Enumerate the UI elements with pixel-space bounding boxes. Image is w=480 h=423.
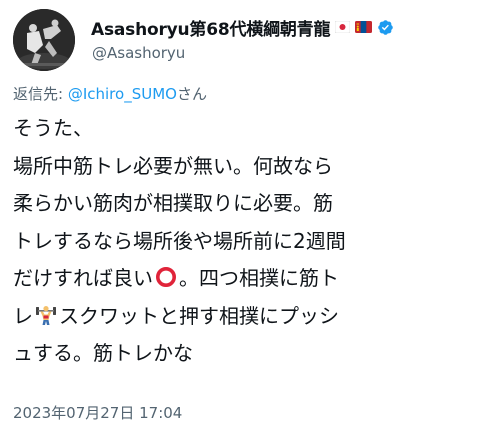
tweet-line-part: レ bbox=[13, 303, 33, 328]
reply-mention-link[interactable]: @Ichiro_SUMO bbox=[68, 85, 177, 103]
mongolia-flag-icon bbox=[355, 21, 373, 33]
heavy-circle-icon bbox=[155, 266, 177, 288]
tweet-line: ュする。筋トレかな bbox=[13, 341, 193, 365]
tweet-line: 柔らかい筋肉が相撲取りに必要。筋 bbox=[13, 191, 333, 215]
weightlifter-icon bbox=[35, 304, 57, 326]
reply-prefix: 返信先: bbox=[13, 85, 68, 103]
tweet-line: そうた、 bbox=[13, 116, 93, 140]
tweet-text: そうた、 場所中筋トレ必要が無い。何故なら 柔らかい筋肉が相撲取りに必要。筋 ト… bbox=[13, 110, 475, 373]
reply-suffix: さん bbox=[176, 85, 207, 103]
tweet-line: レ スクワットと押す相撲にプッシ bbox=[13, 298, 475, 336]
tweet-line: 場所中筋トレ必要が無い。何故なら bbox=[13, 153, 333, 178]
verified-badge-icon bbox=[377, 19, 394, 36]
tweet-timestamp[interactable]: 2023年07月27日 17:04 bbox=[13, 402, 182, 423]
tweet-line-part: だけすれば良い bbox=[13, 266, 153, 290]
tweet-line-part: スクワットと押す相撲にプッシ bbox=[59, 303, 339, 328]
author-handle[interactable]: @Asashoryu bbox=[92, 44, 185, 62]
japan-flag-icon bbox=[335, 21, 351, 33]
author-display-name[interactable]: Asashoryu第68代横綱朝青龍 bbox=[91, 15, 330, 40]
tweet-line-part: 。四つ相撲に筋ト bbox=[179, 266, 339, 290]
tweet-line: トレするなら場所後や場所前に2週間 bbox=[13, 228, 346, 253]
reply-to-line: 返信先: @Ichiro_SUMOさん bbox=[13, 83, 207, 104]
tweet-line: だけすれば良い 。四つ相撲に筋ト bbox=[13, 260, 475, 298]
avatar[interactable] bbox=[13, 9, 75, 71]
author-name-row[interactable]: Asashoryu第68代横綱朝青龍 bbox=[91, 14, 394, 40]
tweet-card: Asashoryu第68代横綱朝青龍 @Asashoryu 返信先: @Ichi… bbox=[0, 0, 480, 423]
